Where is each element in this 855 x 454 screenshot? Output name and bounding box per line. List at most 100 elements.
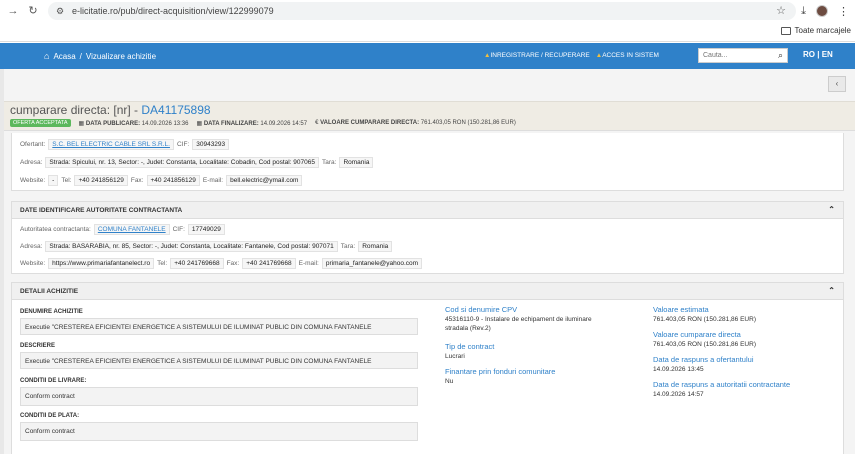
details-panel-header[interactable]: DETALII ACHIZITIE ⌃ <box>12 283 843 300</box>
download-icon[interactable]: ⤓ <box>801 5 806 18</box>
url-text: e-licitatie.ro/pub/direct-acquisition/vi… <box>72 6 274 16</box>
bookmarks-bar: Toate marcajele <box>0 22 855 42</box>
name-value: Executie "CRESTEREA EFICIENTEI ENERGETIC… <box>20 318 418 335</box>
calendar-icon: ▦ <box>78 120 85 127</box>
profile-avatar[interactable] <box>816 5 828 17</box>
address-value: Strada: Spicului, nr. 13, Sector: -, Jud… <box>45 157 319 168</box>
procurement-code: DA41175898 <box>141 103 211 117</box>
website-value: https://www.primariafantanelect.ro <box>48 258 155 269</box>
all-bookmarks-label: Toate marcajele <box>794 26 851 35</box>
direct-value-title: Valoare cumparare directa <box>653 330 741 339</box>
procurement-title-bar: cumparare directa: [nr] - DA41175898 OFE… <box>4 101 855 131</box>
authority-label: Autoritatea contractanta: <box>20 226 91 233</box>
address-label: Adresa: <box>20 243 43 250</box>
fax-value: +40 241856129 <box>146 175 200 186</box>
website-label: Website: <box>20 260 46 267</box>
email-label: E-mail: <box>202 177 224 184</box>
ofertant-label: Ofertant: <box>20 141 46 148</box>
authority-panel-header[interactable]: DATE IDENTIFICARE AUTORITATE CONTRACTANT… <box>12 202 843 219</box>
lang-ro[interactable]: RO <box>803 50 815 59</box>
bookmark-star-icon[interactable]: ☆ <box>776 4 786 17</box>
address-label: Adresa: <box>20 159 43 166</box>
country-label: Tara: <box>340 243 356 250</box>
tel-label: Tel: <box>157 260 168 267</box>
finalize-date-value: 14.09.2026 14:57 <box>260 120 308 127</box>
chevron-up-icon[interactable]: ⌃ <box>828 205 835 214</box>
ofertant-link[interactable]: S.C. BEL ELECTRIC CABLE SRL S.R.L. <box>48 139 174 150</box>
collapse-button[interactable]: ‹ <box>828 76 846 92</box>
register-link[interactable]: ▲INREGISTRARE / RECUPERARE <box>484 52 590 59</box>
home-icon[interactable]: ⌂ <box>44 51 49 61</box>
tel-value: +40 241856129 <box>74 175 128 186</box>
authority-panel: DATE IDENTIFICARE AUTORITATE CONTRACTANT… <box>11 201 844 274</box>
calendar-icon: ▦ <box>196 120 203 127</box>
authority-link[interactable]: COMUNA FANTANELE <box>93 224 170 235</box>
country-value: Romania <box>358 241 393 252</box>
forward-icon[interactable]: → <box>6 4 20 18</box>
country-value: Romania <box>339 157 374 168</box>
authority-reply-title: Data de raspuns a autoritatii contractan… <box>653 380 791 389</box>
login-link[interactable]: ▲ACCES IN SISTEM <box>596 52 659 59</box>
bidder-reply-title: Data de raspuns a ofertantului <box>653 355 754 364</box>
website-label: Website: <box>20 177 46 184</box>
site-header: ⌂ Acasa / Vizualizare achizitie ▲INREGIS… <box>0 43 855 69</box>
payment-label: CONDITII DE PLATA: <box>20 413 80 419</box>
estimated-value: 761.403,05 RON (150.281,86 EUR) <box>653 316 756 323</box>
browser-toolbar: → ↻ ⚙ e-licitatie.ro/pub/direct-acquisit… <box>0 0 855 22</box>
chevron-up-icon[interactable]: ⌃ <box>828 286 835 295</box>
publish-date-value: 14.09.2026 13:36 <box>141 120 189 127</box>
procurement-meta: OFERTA ACCEPTATA ▦ DATA PUBLICARE: 14.09… <box>10 119 516 127</box>
reload-icon[interactable]: ↻ <box>26 4 40 18</box>
language-switch: RO | EN <box>803 50 833 59</box>
name-label: DENUMIRE ACHIZITIE <box>20 309 83 315</box>
email-value: bell.electric@ymail.com <box>226 175 303 186</box>
folder-icon <box>780 26 791 35</box>
website-value: - <box>48 175 59 186</box>
cif-value: 17749029 <box>187 224 225 235</box>
value-amount: 761.403,05 RON (150.281,86 EUR) <box>420 120 516 126</box>
cpv-line-1: 45316110-9 - Instalare de echipament de … <box>445 316 592 323</box>
lang-en[interactable]: EN <box>822 50 833 59</box>
email-value: primaria_fantanele@yahoo.com <box>321 258 423 269</box>
estimated-value-title: Valoare estimata <box>653 305 709 314</box>
authority-address-row: Adresa: Strada: BASARABIA, nr. 85, Secto… <box>20 241 393 252</box>
breadcrumb-separator: / <box>79 51 82 61</box>
title-prefix: cumparare directa: [nr] - <box>10 103 142 117</box>
menu-icon[interactable]: ⋮ <box>838 5 849 18</box>
contract-type-title: Tip de contract <box>445 342 495 351</box>
contract-type-value: Lucrari <box>445 353 465 360</box>
details-panel: DETALII ACHIZITIE ⌃ DENUMIRE ACHIZITIE E… <box>11 282 844 454</box>
bidder-address-row: Adresa: Strada: Spicului, nr. 13, Sector… <box>20 157 374 168</box>
authority-reply-date: 14.09.2026 14:57 <box>653 391 704 398</box>
description-label: DESCRIERE <box>20 343 56 349</box>
status-badge: OFERTA ACCEPTATA <box>10 119 71 127</box>
breadcrumb-current: Vizualizare achizitie <box>85 51 157 61</box>
finalize-date: ▦ DATA FINALIZARE: 14.09.2026 14:57 <box>196 120 307 127</box>
page-content: ‹ cumparare directa: [nr] - DA41175898 O… <box>0 69 855 454</box>
breadcrumb-home[interactable]: Acasa <box>53 52 75 61</box>
chevron-left-icon: ‹ <box>835 79 839 88</box>
bidder-contact-row: Website: - Tel: +40 241856129 Fax: +40 2… <box>20 175 303 186</box>
address-bar[interactable]: ⚙ e-licitatie.ro/pub/direct-acquisition/… <box>48 2 796 20</box>
cif-label: CIF: <box>176 141 190 148</box>
description-value: Executie "CRESTEREA EFICIENTEI ENERGETIC… <box>20 352 418 369</box>
register-link-label: INREGISTRARE / RECUPERARE <box>490 52 590 59</box>
bidder-row: Ofertant: S.C. BEL ELECTRIC CABLE SRL S.… <box>20 139 230 150</box>
email-label: E-mail: <box>298 260 319 267</box>
country-label: Tara: <box>322 159 337 166</box>
header-links: ▲INREGISTRARE / RECUPERARE ▲ACCES IN SIS… <box>484 52 659 59</box>
fax-value: +40 241769668 <box>242 258 296 269</box>
cif-label: CIF: <box>172 226 185 233</box>
all-bookmarks[interactable]: Toate marcajele <box>780 26 851 35</box>
tel-value: +40 241769668 <box>170 258 224 269</box>
page-title: cumparare directa: [nr] - DA41175898 <box>10 103 211 117</box>
euro-icon: € <box>315 120 319 126</box>
value-label: VALOARE CUMPARARE DIRECTA: <box>320 120 420 126</box>
site-info-icon[interactable]: ⚙ <box>56 6 66 17</box>
search-input[interactable] <box>703 52 773 59</box>
authority-row: Autoritatea contractanta: COMUNA FANTANE… <box>20 224 225 235</box>
bidder-panel: Ofertant: S.C. BEL ELECTRIC CABLE SRL S.… <box>11 133 844 191</box>
search-icon[interactable]: ⌕ <box>778 50 783 61</box>
bidder-reply-date: 14.09.2026 13:45 <box>653 366 704 373</box>
breadcrumb: ⌂ Acasa / Vizualizare achizitie <box>44 51 156 61</box>
